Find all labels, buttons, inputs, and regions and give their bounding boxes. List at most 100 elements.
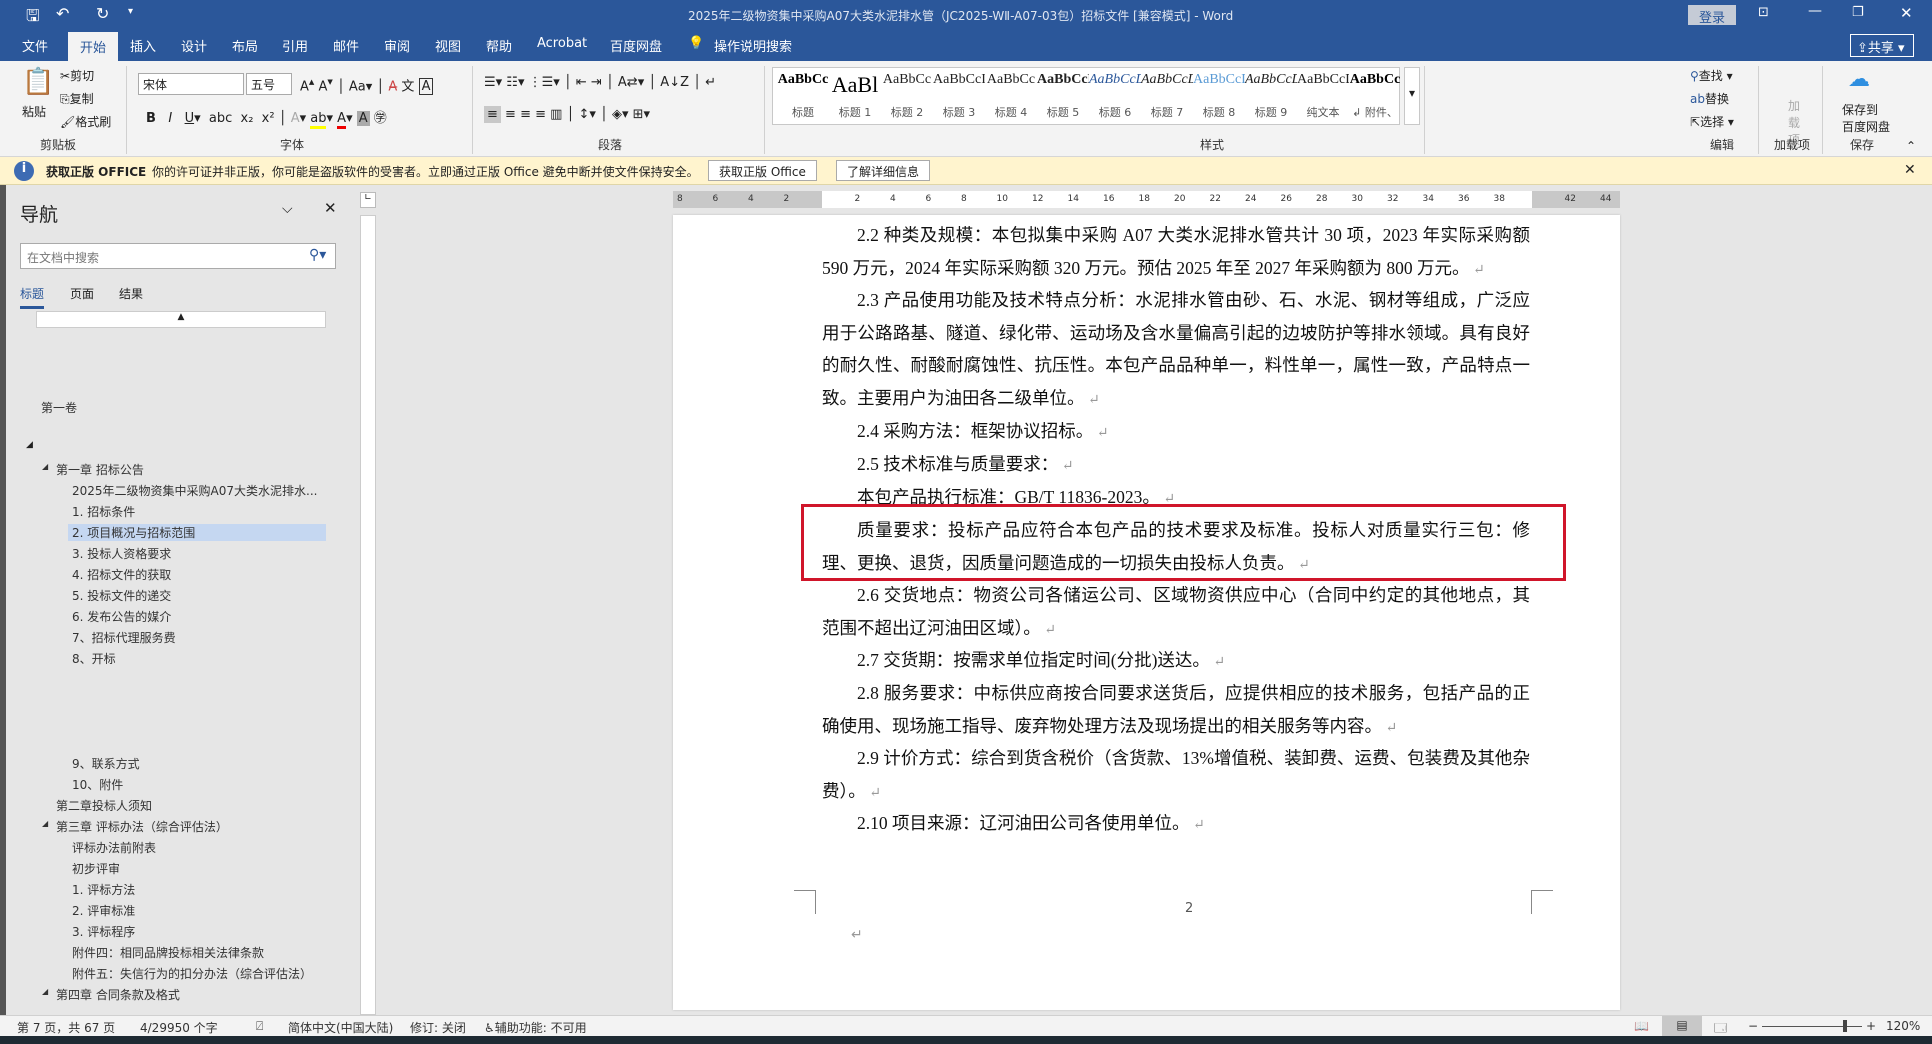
page-count[interactable]: 第 7 页，共 67 页 bbox=[17, 1019, 115, 1036]
nav-tab-headings[interactable]: 标题 bbox=[20, 285, 45, 309]
style-item[interactable]: AaBbCc ↲ 附件、 bbox=[1349, 72, 1401, 120]
style-item[interactable]: AaBbCcDd 标题 7 bbox=[1141, 72, 1193, 120]
nav-heading-item[interactable]: 3. 评标程序 bbox=[72, 923, 135, 940]
close-icon[interactable]: ✕ bbox=[1900, 4, 1913, 22]
nav-heading-item[interactable]: ◢ 第四章 合同条款及格式 bbox=[42, 986, 180, 1003]
nav-options-icon[interactable]: ⌵ bbox=[282, 201, 293, 217]
style-item[interactable]: AaBl 标题 1 bbox=[829, 72, 881, 120]
nav-heading-item[interactable]: 附件四：相同品牌投标相关法律条款 bbox=[72, 944, 264, 961]
paste-icon[interactable]: 📋 bbox=[22, 67, 54, 97]
style-item[interactable]: AaBbCcDdI 纯文本 bbox=[1297, 72, 1349, 120]
document-paragraph[interactable]: 2.5 技术标准与质量要求： ↵ bbox=[822, 448, 1530, 484]
tab-review[interactable]: 审阅 bbox=[384, 36, 410, 55]
styles-more-button[interactable]: ▾ bbox=[1404, 67, 1420, 125]
nav-heading-item[interactable]: 评标办法前附表 bbox=[72, 839, 156, 856]
style-item[interactable]: AaBbCcDd 标题 6 bbox=[1089, 72, 1141, 120]
style-item[interactable]: AaBbCcI 标题 3 bbox=[933, 72, 985, 120]
word-count[interactable]: 4/29950 个字 bbox=[140, 1019, 218, 1036]
tab-acrobat[interactable]: Acrobat bbox=[537, 36, 587, 51]
nav-heading-item[interactable]: ◢ 第一章 招标公告 bbox=[42, 461, 144, 478]
cut-button[interactable]: ✂剪切 bbox=[60, 67, 94, 84]
nav-heading-item[interactable]: 7、招标代理服务费 bbox=[72, 629, 176, 646]
select-button[interactable]: ⇱选择 ▾ bbox=[1690, 113, 1734, 130]
replace-button[interactable]: ab替换 bbox=[1690, 90, 1729, 107]
font-size-select[interactable]: 五号 bbox=[246, 73, 292, 95]
proofing-icon[interactable]: ⍁ bbox=[256, 1019, 263, 1034]
tab-file[interactable]: 文件 bbox=[22, 36, 48, 55]
nav-heading-item[interactable]: 5. 投标文件的递交 bbox=[72, 587, 171, 604]
nav-heading-item[interactable]: ◢ 第三章 评标办法（综合评估法） bbox=[42, 818, 228, 835]
nav-heading-item[interactable]: 第二章投标人须知 bbox=[56, 797, 152, 814]
tab-selector[interactable]: ∟ bbox=[360, 192, 376, 208]
document-paragraph[interactable]: 2.9 计价方式：综合到货含税价（含货款、13%增值税、装卸费、运费、包装费及其… bbox=[822, 742, 1530, 810]
list-indent-buttons[interactable]: ☰▾ ☷▾ ⋮☰▾ │ ⇤ ⇥ │ A⇄▾ │ A↓Z │ ↵ bbox=[484, 75, 716, 90]
scroll-up-headings-button[interactable]: ▲ bbox=[36, 311, 326, 328]
nav-heading-item[interactable]: 1. 评标方法 bbox=[72, 881, 135, 898]
learn-more-button[interactable]: 了解详细信息 bbox=[836, 160, 931, 181]
nav-heading-item[interactable]: 附件五：失信行为的扣分办法（综合评估法） bbox=[72, 965, 312, 982]
tab-mailings[interactable]: 邮件 bbox=[333, 36, 359, 55]
style-item[interactable]: AaBbCc 标题 2 bbox=[881, 72, 933, 120]
nav-close-icon[interactable]: ✕ bbox=[324, 199, 337, 217]
nav-heading-item[interactable]: 9、联系方式 bbox=[72, 755, 140, 772]
find-button[interactable]: ⚲查找 ▾ bbox=[1690, 67, 1733, 84]
style-item[interactable]: AaBbCcD 标题 5 bbox=[1037, 72, 1089, 120]
nav-heading-item[interactable]: 初步评审 bbox=[72, 860, 120, 877]
style-item[interactable]: AaBbCcDd 标题 9 bbox=[1245, 72, 1297, 120]
document-paragraph[interactable]: 2.6 交货地点：物资公司各储运公司、区域物资供应中心（合同中约定的其他地点，其… bbox=[822, 579, 1530, 647]
nav-heading-item[interactable]: 10、附件 bbox=[72, 776, 123, 793]
nav-heading-item[interactable]: 6. 发布公告的媒介 bbox=[72, 608, 171, 625]
nav-heading-item[interactable]: 8、开标 bbox=[72, 650, 116, 667]
zoom-level[interactable]: 120% bbox=[1886, 1019, 1920, 1033]
document-paragraph[interactable]: 2.10 项目来源：辽河油田公司各使用单位。 ↵ bbox=[822, 807, 1530, 843]
nav-search-input[interactable]: 在文档中搜索 bbox=[27, 249, 99, 266]
nav-heading-item[interactable]: 2. 评审标准 bbox=[72, 902, 135, 919]
nav-heading-item[interactable]: 4. 招标文件的获取 bbox=[72, 566, 171, 583]
tell-me-search[interactable]: 操作说明搜索 bbox=[714, 36, 792, 55]
share-button[interactable]: ⇪共享 ▾ bbox=[1850, 34, 1914, 57]
close-message-icon[interactable]: ✕ bbox=[1904, 162, 1916, 178]
tab-insert[interactable]: 插入 bbox=[130, 36, 156, 55]
nav-heading-item[interactable]: 3. 投标人资格要求 bbox=[72, 545, 171, 562]
document-paragraph[interactable]: 2.4 采购方法：框架协议招标。 ↵ bbox=[822, 415, 1530, 451]
search-icon[interactable]: ⚲▾ bbox=[309, 247, 326, 263]
format-painter-button[interactable]: 🖌格式刷 bbox=[60, 113, 111, 130]
copy-button[interactable]: ⎘复制 bbox=[60, 90, 94, 107]
tab-help[interactable]: 帮助 bbox=[486, 36, 512, 55]
undo-icon[interactable]: ↶ bbox=[56, 4, 69, 23]
login-button[interactable]: 登录 bbox=[1688, 5, 1736, 26]
save-to-baidu-button[interactable]: 保存到 百度网盘 bbox=[1842, 101, 1890, 135]
style-item[interactable]: AaBbCc 标题 bbox=[777, 72, 829, 120]
get-genuine-button[interactable]: 获取正版 Office bbox=[708, 160, 817, 181]
zoom-slider[interactable] bbox=[1762, 1026, 1862, 1027]
tab-design[interactable]: 设计 bbox=[181, 36, 207, 55]
nav-tab-results[interactable]: 结果 bbox=[119, 285, 143, 302]
alignment-buttons[interactable]: ≡ ≡ ≡ ≡ ▥ │ ↕▾ │ ◈▾ ⊞▾ bbox=[484, 106, 650, 123]
read-mode-icon[interactable]: 📖 bbox=[1634, 1019, 1649, 1033]
zoom-slider-thumb[interactable] bbox=[1842, 1020, 1847, 1032]
expand-icon[interactable]: ◢ bbox=[26, 440, 33, 450]
nav-search-box[interactable]: 在文档中搜索 ⚲▾ bbox=[20, 243, 336, 269]
zoom-in-button[interactable]: + bbox=[1866, 1019, 1876, 1033]
redo-icon[interactable]: ↻ bbox=[96, 4, 109, 23]
nav-heading-item[interactable]: 1. 招标条件 bbox=[72, 503, 135, 520]
font-format-buttons[interactable]: B I U▾ abc x₂ x² │ A▾ ab▾ A▾ A ㊫ bbox=[146, 107, 387, 129]
document-paragraph[interactable]: 2.7 交货期：按需求单位指定时间(分批)送达。 ↵ bbox=[822, 644, 1530, 680]
tab-baidu[interactable]: 百度网盘 bbox=[610, 36, 662, 55]
font-name-select[interactable]: 宋体 bbox=[138, 73, 244, 95]
nav-tab-pages[interactable]: 页面 bbox=[70, 285, 94, 302]
tab-home[interactable]: 开始 bbox=[68, 32, 119, 61]
baidu-cloud-icon[interactable]: ☁ bbox=[1848, 67, 1870, 92]
tab-view[interactable]: 视图 bbox=[435, 36, 461, 55]
collapse-ribbon-icon[interactable]: ⌃ bbox=[1906, 139, 1916, 153]
nav-heading-item[interactable]: 2. 项目概况与招标范围 bbox=[68, 524, 326, 541]
accessibility-status[interactable]: ♿辅助功能: 不可用 bbox=[484, 1019, 587, 1036]
style-item[interactable]: AaBbCc 标题 4 bbox=[985, 72, 1037, 120]
collapse-triangle-icon[interactable]: ◢ bbox=[42, 819, 48, 828]
language-status[interactable]: 简体中文(中国大陆) bbox=[288, 1019, 393, 1036]
tab-layout[interactable]: 布局 bbox=[232, 36, 258, 55]
paste-button[interactable]: 粘贴 bbox=[22, 103, 46, 120]
track-changes-status[interactable]: 修订: 关闭 bbox=[410, 1019, 466, 1036]
save-icon[interactable]: 🖫 bbox=[26, 5, 40, 32]
style-item[interactable]: AaBbCcDd 标题 8 bbox=[1193, 72, 1245, 120]
